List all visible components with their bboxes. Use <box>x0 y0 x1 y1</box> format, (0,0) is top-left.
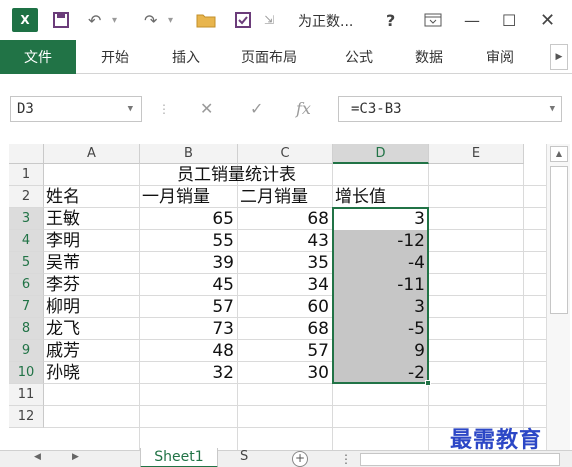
tab-data[interactable]: 数据 <box>415 40 443 74</box>
add-sheet-icon[interactable]: + <box>292 451 308 467</box>
form-icon[interactable] <box>234 7 252 33</box>
redo-dropdown-icon[interactable]: ▾ <box>168 7 173 33</box>
window-title: 为正数... <box>298 14 354 30</box>
header-cell[interactable]: 一月销量 <box>142 186 238 208</box>
name-cell[interactable]: 柳明 <box>46 296 140 318</box>
excel-logo-icon: X <box>12 8 38 32</box>
tab-insert[interactable]: 插入 <box>172 40 200 74</box>
formula-bar: D3 ▼ ⋮ ✕ ✓ fx =C3-B3 ▼ <box>0 74 572 140</box>
number-cell[interactable]: 68 <box>240 318 333 340</box>
row-header-1[interactable]: 1 <box>9 164 44 186</box>
row-header-12[interactable]: 12 <box>9 406 44 428</box>
prev-sheet-icon[interactable]: ◀ <box>34 452 41 462</box>
name-cell[interactable]: 孙晓 <box>46 362 140 384</box>
column-header-e[interactable]: E <box>429 144 524 164</box>
gridline-horizontal <box>44 405 546 406</box>
redo-icon[interactable]: ↷ <box>144 7 157 33</box>
worksheet-grid[interactable]: ABCDE 1 2 3 4 5 6 7 8 9 10 11 12 员工销量统计表 姓名 一月销量 二月销量… <box>0 144 546 450</box>
selection-border <box>332 207 429 384</box>
fill-handle[interactable] <box>425 380 431 386</box>
horizontal-scrollbar[interactable] <box>360 453 560 466</box>
maximize-icon[interactable]: ☐ <box>502 7 516 33</box>
watermark-text: 最需教育 <box>450 427 543 453</box>
number-cell[interactable]: 57 <box>240 340 333 362</box>
open-folder-icon[interactable] <box>196 7 216 33</box>
header-cell[interactable]: 姓名 <box>46 186 140 208</box>
vertical-scrollbar[interactable]: ▲ <box>546 144 570 450</box>
insert-function-icon[interactable]: fx <box>296 96 311 122</box>
column-header-a[interactable]: A <box>44 144 140 164</box>
scroll-up-icon[interactable]: ▲ <box>550 146 568 162</box>
number-cell[interactable]: 30 <box>240 362 333 384</box>
name-box-value: D3 <box>17 101 34 117</box>
number-cell[interactable]: 68 <box>240 208 333 230</box>
formula-input[interactable]: =C3-B3 ▼ <box>338 96 562 122</box>
number-cell[interactable]: 34 <box>240 274 333 296</box>
save-icon[interactable] <box>52 7 70 33</box>
ribbon-scroll-right-icon[interactable]: ▶ <box>550 44 568 70</box>
minimize-icon[interactable]: — <box>464 7 480 33</box>
column-header-d[interactable]: D <box>333 144 429 164</box>
help-icon[interactable]: ? <box>386 7 395 33</box>
name-cell[interactable]: 李芬 <box>46 274 140 296</box>
row-header-6[interactable]: 6 <box>9 274 44 296</box>
tab-review[interactable]: 审阅 <box>486 40 514 74</box>
header-cell[interactable]: 增长值 <box>335 186 429 208</box>
name-cell[interactable]: 龙飞 <box>46 318 140 340</box>
formula-text: =C3-B3 <box>351 101 402 117</box>
number-cell[interactable]: 32 <box>142 362 238 384</box>
undo-icon[interactable]: ↶ <box>88 7 101 33</box>
ribbon-tabs: 文件 开始 插入 页面布局 公式 数据 审阅 ▶ <box>0 40 572 74</box>
row-header-4[interactable]: 4 <box>9 230 44 252</box>
number-cell[interactable]: 48 <box>142 340 238 362</box>
row-header-7[interactable]: 7 <box>9 296 44 318</box>
sheet-title-cell[interactable]: 员工销量统计表 <box>140 164 333 186</box>
row-header-11[interactable]: 11 <box>9 384 44 406</box>
name-cell[interactable]: 王敏 <box>46 208 140 230</box>
close-icon[interactable]: ✕ <box>540 7 555 33</box>
more-sheets-tab[interactable]: S <box>240 449 248 464</box>
tab-page-layout[interactable]: 页面布局 <box>241 40 297 74</box>
expand-formula-bar-icon[interactable]: ▼ <box>550 97 555 121</box>
number-cell[interactable]: 43 <box>240 230 333 252</box>
ribbon-display-options-icon[interactable] <box>424 7 442 33</box>
row-header-10[interactable]: 10 <box>9 362 44 384</box>
cancel-icon[interactable]: ✕ <box>200 96 213 122</box>
number-cell[interactable]: 57 <box>142 296 238 318</box>
name-box[interactable]: D3 ▼ <box>10 96 142 122</box>
tab-formulas[interactable]: 公式 <box>345 40 373 74</box>
formula-bar-grip-icon[interactable]: ⋮ <box>158 96 170 122</box>
number-cell[interactable]: 55 <box>142 230 238 252</box>
row-header-9[interactable]: 9 <box>9 340 44 362</box>
name-box-dropdown-icon[interactable]: ▼ <box>128 97 133 121</box>
tab-file[interactable]: 文件 <box>0 40 76 74</box>
tab-home[interactable]: 开始 <box>101 40 129 74</box>
scroll-thumb[interactable] <box>550 166 568 314</box>
column-header-b[interactable]: B <box>140 144 238 164</box>
number-cell[interactable]: 39 <box>142 252 238 274</box>
name-cell[interactable]: 李明 <box>46 230 140 252</box>
number-cell[interactable]: 60 <box>240 296 333 318</box>
next-sheet-icon[interactable]: ▶ <box>72 452 79 462</box>
row-header-5[interactable]: 5 <box>9 252 44 274</box>
number-cell[interactable]: 65 <box>142 208 238 230</box>
sheet-tab[interactable]: Sheet1 <box>140 448 218 467</box>
number-cell[interactable]: 35 <box>240 252 333 274</box>
undo-dropdown-icon[interactable]: ▾ <box>112 7 117 33</box>
customize-quick-access-icon[interactable]: ⇲ <box>264 7 274 33</box>
column-header-c[interactable]: C <box>238 144 333 164</box>
row-header-8[interactable]: 8 <box>9 318 44 340</box>
row-header-3[interactable]: 3 <box>9 208 44 230</box>
title-bar: X ↶ ▾ ↷ ▾ ⇲ 为正数... ? — ☐ ✕ <box>0 0 572 40</box>
select-all-corner[interactable] <box>9 144 44 164</box>
name-cell[interactable]: 吴芾 <box>46 252 140 274</box>
number-cell[interactable]: 73 <box>142 318 238 340</box>
row-header-2[interactable]: 2 <box>9 186 44 208</box>
enter-icon[interactable]: ✓ <box>250 96 263 122</box>
name-cell[interactable]: 戚芳 <box>46 340 140 362</box>
tab-split-grip-icon[interactable]: ⋮ <box>340 452 352 466</box>
number-cell[interactable]: 45 <box>142 274 238 296</box>
header-cell[interactable]: 二月销量 <box>240 186 333 208</box>
